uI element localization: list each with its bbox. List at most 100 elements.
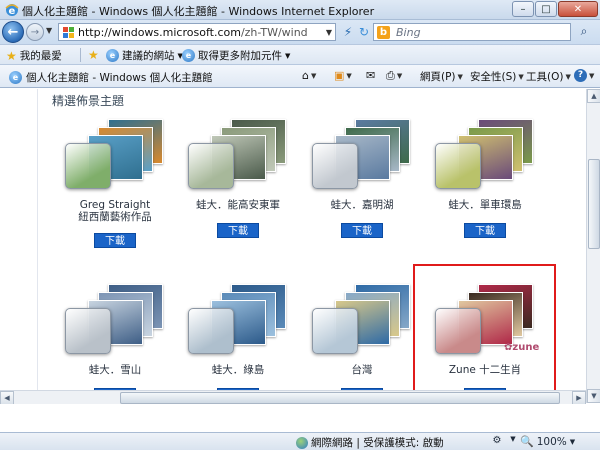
help-button[interactable]: ? ▼ [574,69,594,82]
chevron-down-icon: ▼ [518,72,524,81]
glass-color-swatch [188,308,234,354]
zoom-level: 100% [536,435,567,448]
search-box[interactable]: b Bing [373,23,571,41]
theme-name: 台灣 [351,364,373,376]
theme-subtitle: 紐西蘭藝術作品 [78,211,152,223]
theme-preview[interactable] [430,119,540,204]
chevron-down-icon: ▼ [565,72,571,81]
suggested-sites-label: 建議的網站 [122,50,175,62]
minimize-button[interactable]: – [512,1,534,17]
page-menu-label: 網頁(P) [420,71,456,83]
download-button[interactable]: 下載 [217,223,259,238]
chevron-down-icon: ▼ [589,71,595,80]
favorites-star-icon: ★ [6,48,17,63]
suggested-sites-link[interactable]: e 建議的網站 ▼ [106,48,183,63]
address-dropdown-icon[interactable]: ▼ [326,28,332,37]
theme-preview[interactable] [307,119,417,204]
mail-button[interactable]: ✉ [366,69,375,82]
favorites-button[interactable]: ★ 我的最愛 [6,48,62,63]
glass-color-swatch [65,143,111,189]
add-favorite-button[interactable]: ★ [88,48,99,62]
maximize-button[interactable]: □ [535,1,557,17]
horizontal-scrollbar[interactable]: ◀ ▶ [0,390,586,405]
security-zone[interactable]: 網際網路 | 受保護模式: 啟動 [296,435,444,450]
vertical-scrollbar[interactable]: ▲ ▼ [586,89,600,403]
ie-logo-icon: e [5,4,19,17]
get-addons-label: 取得更多附加元件 [198,50,282,62]
theme-name: 蛙大．雪山 [88,364,142,376]
feeds-button[interactable]: ▣ ▼ [334,69,352,82]
vertical-scroll-thumb[interactable] [588,159,600,249]
rss-icon: ▣ [334,69,345,82]
forward-button[interactable]: → [26,23,44,41]
back-button[interactable]: ← [2,21,24,43]
theme-card[interactable]: 蛙大．嘉明湖 下載 [307,119,417,259]
print-button[interactable]: ⎙ ▼ [386,69,402,83]
search-placeholder[interactable]: Bing [396,26,421,39]
tab-title: 個人化主題館 - Windows 個人化主題館 [26,72,213,84]
windows-logo-icon [63,27,74,38]
theme-card[interactable]: 蛙大．雪山下載 [60,284,170,403]
content-bottom-area [0,404,600,432]
download-button[interactable]: 下載 [464,223,506,238]
tools-menu[interactable]: 工具(O) ▼ [526,69,571,84]
horizontal-scroll-thumb[interactable] [120,392,560,404]
glass-color-swatch [65,308,111,354]
chevron-down-icon: ▼ [569,437,576,446]
safety-menu[interactable]: 安全性(S) ▼ [470,69,524,84]
chevron-down-icon: ▼ [310,71,317,80]
theme-preview[interactable] [307,284,417,369]
url-text[interactable]: http://windows.microsoft.com/zh-TW/windo… [78,26,308,39]
window-title: 個人化主題館 - Windows 個人化主題館 - Windows Intern… [22,5,375,18]
printer-icon: ⎙ [386,69,395,82]
home-icon: ⌂ [302,69,309,82]
home-button[interactable]: ⌂ ▼ [302,69,316,82]
theme-preview[interactable] [183,119,293,204]
svg-text:e: e [9,6,16,17]
globe-icon [296,436,308,449]
theme-card[interactable]: 蛙大．單車環島 下載 [430,119,540,259]
glass-color-swatch [312,308,358,354]
download-button[interactable]: 下載 [341,223,383,238]
chevron-down-icon: ▼ [346,71,352,80]
theme-card[interactable]: 蛙大．綠島下載 [183,284,293,403]
protected-mode-icon[interactable]: ⚙ [490,435,504,449]
glass-color-swatch [312,143,358,189]
tab-current[interactable]: e 個人化主題館 - Windows 個人化主題館 [3,68,219,87]
chevron-down-icon: ▼ [285,51,291,60]
command-bar: e 個人化主題館 - Windows 個人化主題館 ⌂ ▼ ▣ ▼ ✉ ⎙ ▼ 網頁(… [0,64,600,88]
scroll-up-icon[interactable]: ▲ [587,89,600,103]
theme-card[interactable]: 蛙大．能高安東軍 下載 [183,119,293,259]
divider [80,48,81,62]
theme-card[interactable]: Greg Straight 紐西蘭藝術作品 下載 [60,119,170,259]
scroll-left-icon[interactable]: ◀ [0,391,14,405]
theme-preview[interactable] [183,284,293,369]
glass-color-swatch [188,143,234,189]
zoom-control[interactable]: 🔍 100% ▼ [520,435,575,448]
address-bar[interactable]: http://windows.microsoft.com/zh-TW/windo… [58,23,336,41]
mail-icon: ✉ [366,69,376,82]
theme-card[interactable]: 台灣下載 [307,284,417,403]
scroll-right-icon[interactable]: ▶ [572,391,586,405]
bing-logo-icon: b [377,26,390,39]
add-favorite-star-icon: ★ [88,48,99,62]
navigation-bar: ← → ▼ http://windows.microsoft.com/zh-TW… [0,20,600,44]
get-addons-link[interactable]: e 取得更多附加元件 ▼ [182,48,290,63]
help-icon: ? [574,69,587,82]
page-menu[interactable]: 網頁(P) ▼ [420,69,463,84]
window-controls: – □ ✕ [512,1,598,17]
highlight-annotation-box [413,264,556,403]
theme-name: 蛙大．單車環島 [448,199,522,211]
favorites-label: 我的最愛 [19,50,62,62]
theme-preview[interactable] [60,119,170,204]
theme-name: 蛙大．嘉明湖 [330,199,394,211]
theme-preview[interactable] [60,284,170,369]
download-button[interactable]: 下載 [94,233,136,248]
search-icon[interactable]: ⌕ [575,24,593,40]
chevron-down-icon[interactable]: ▼ [506,435,520,449]
recent-pages-dropdown-icon[interactable]: ▼ [46,26,52,35]
glass-color-swatch [435,143,481,189]
scroll-down-icon[interactable]: ▼ [587,389,600,403]
close-button[interactable]: ✕ [558,1,598,17]
chevron-down-icon: ▼ [457,72,463,81]
